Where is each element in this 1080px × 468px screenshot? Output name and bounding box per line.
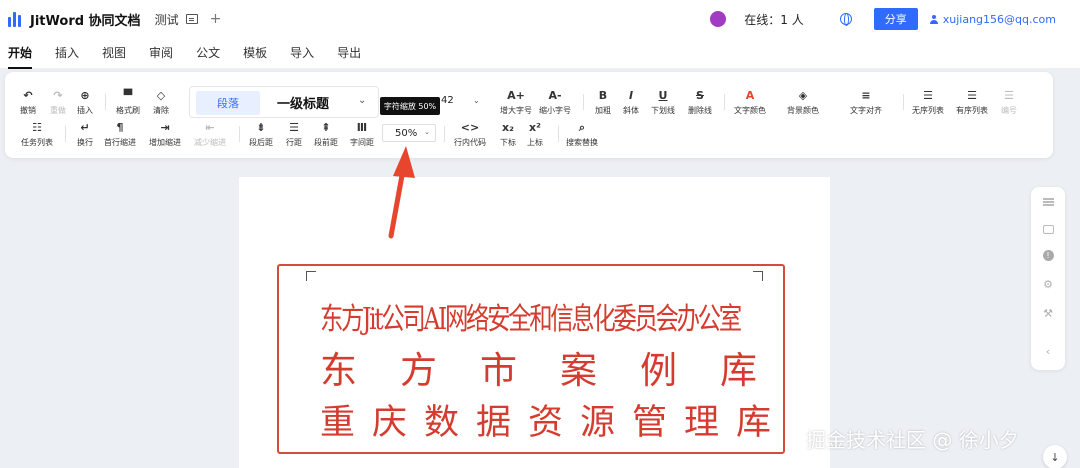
side-panel: ! ⚙ ⚒ ‹	[1031, 187, 1065, 370]
scroll-down-button[interactable]: ↓	[1043, 445, 1067, 468]
magic-wand-icon[interactable]: ⚒	[1041, 306, 1055, 320]
watermark: 掘金技术社区 @ 徐小夕	[806, 428, 1019, 452]
gear-icon[interactable]: ⚙	[1041, 277, 1055, 291]
comment-icon[interactable]	[1041, 222, 1055, 236]
outline-icon[interactable]	[1041, 195, 1055, 209]
chevron-left-icon[interactable]: ‹	[1041, 344, 1055, 358]
annotation-arrow	[388, 146, 415, 239]
info-icon[interactable]: !	[1041, 248, 1055, 262]
